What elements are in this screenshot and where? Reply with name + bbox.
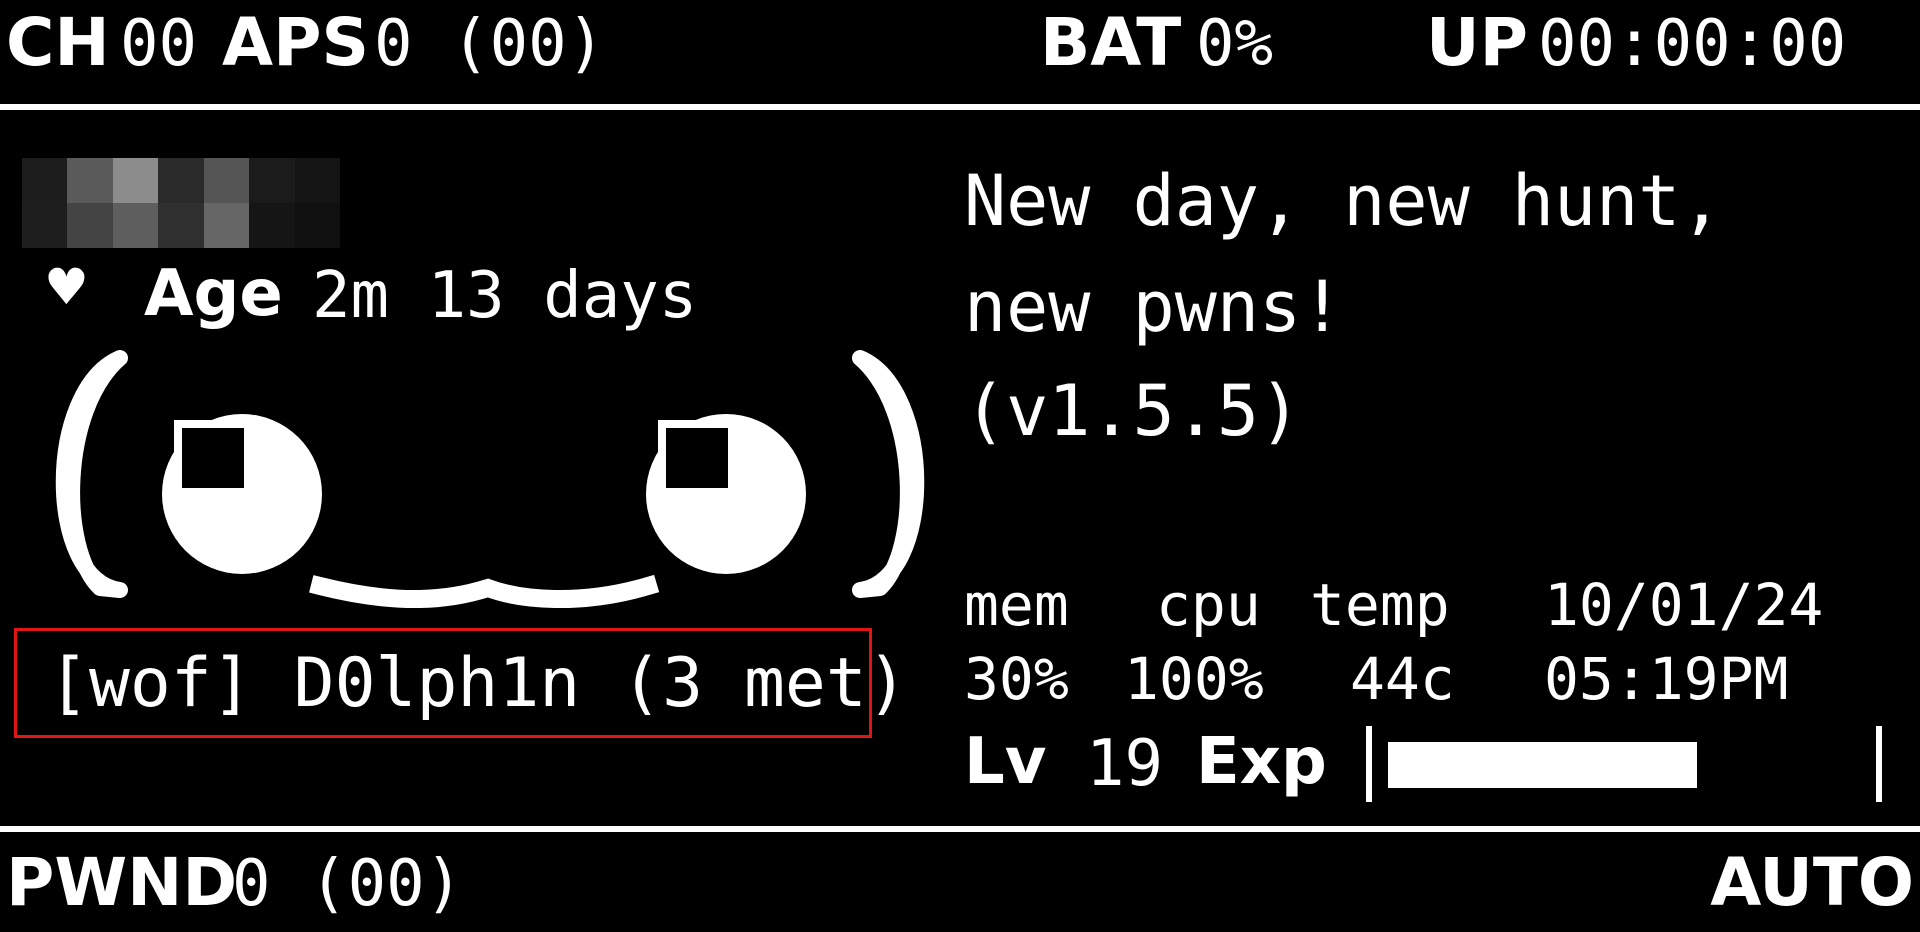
exp-label: Exp — [1196, 725, 1327, 799]
pixel-block — [294, 203, 340, 248]
aps-label: APS — [222, 4, 369, 81]
heart-icon: ♥ — [44, 258, 89, 316]
pixel-block — [203, 203, 250, 248]
pixel-block — [22, 203, 68, 248]
battery-label: BAT — [1040, 4, 1182, 81]
pixel-block — [249, 158, 295, 203]
pixel-block — [112, 158, 159, 203]
uptime-label: UP — [1426, 4, 1528, 81]
pixel-block — [158, 203, 204, 248]
status-message-line3: (v1.5.5) — [964, 370, 1302, 452]
left-paren — [55, 350, 128, 598]
pwnd-label: PWND — [6, 844, 238, 921]
top-divider — [0, 104, 1920, 110]
aps-value: 0 (00) — [374, 7, 606, 81]
pixelated-name-block — [22, 158, 340, 248]
right-eye — [646, 414, 806, 574]
face-graphic — [55, 350, 925, 609]
level-label: Lv — [964, 725, 1047, 799]
age-label: Age — [144, 257, 283, 331]
channel-value: 00 — [120, 7, 198, 81]
peer-text: [wof] D0lph1n (3 met) — [48, 644, 908, 723]
exp-bar-left-cap — [1366, 726, 1372, 802]
pixel-block — [158, 158, 204, 203]
right-paren — [852, 350, 925, 598]
pixel-block — [203, 158, 250, 203]
mode-indicator: AUTO — [1710, 844, 1914, 921]
pixel-block — [22, 158, 68, 203]
level-value: 19 — [1086, 727, 1164, 801]
age-value: 2m 13 days — [312, 259, 698, 333]
mem-header: mem — [964, 571, 1069, 639]
exp-progress-bar — [1388, 742, 1878, 788]
time-value: 05:19PM — [1544, 645, 1789, 713]
pixel-block — [249, 203, 295, 248]
left-eye — [162, 414, 322, 574]
status-message-line2: new pwns! — [964, 266, 1344, 348]
pwnd-value: 0 (00) — [232, 847, 464, 921]
pixel-block — [67, 203, 113, 248]
exp-bar-right-cap — [1876, 726, 1882, 802]
pixel-block — [294, 158, 340, 203]
bottom-divider — [0, 826, 1920, 832]
pixel-block — [112, 203, 159, 248]
cpu-value: 100% — [1124, 645, 1264, 713]
exp-progress-fill — [1388, 742, 1697, 788]
battery-value: 0% — [1196, 7, 1274, 81]
mem-value: 30% — [964, 645, 1069, 713]
uptime-value: 00:00:00 — [1538, 7, 1847, 81]
cpu-header: cpu — [1156, 571, 1261, 639]
pixel-block — [67, 158, 113, 203]
temp-header: temp — [1310, 571, 1450, 639]
mouth — [309, 574, 660, 609]
temp-value: 44c — [1350, 645, 1455, 713]
channel-label: CH — [6, 4, 110, 81]
status-message-line1: New day, new hunt, — [964, 160, 1723, 242]
date-value: 10/01/24 — [1544, 571, 1824, 639]
